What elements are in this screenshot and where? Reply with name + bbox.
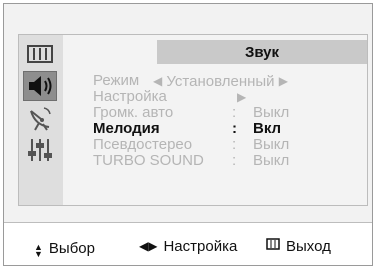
submenu-arrow-icon[interactable]: ▶	[237, 89, 246, 106]
separator: :	[232, 152, 237, 169]
picture-icon[interactable]	[23, 39, 57, 69]
menu-item-value: Выкл	[253, 136, 290, 153]
channel-icon[interactable]	[23, 103, 57, 133]
menu-item-value: Выкл	[253, 152, 290, 169]
separator: :	[232, 136, 237, 153]
menu-item-label: Режим	[93, 72, 140, 89]
up-down-arrows-icon: ▲ ▼	[34, 242, 43, 259]
separator: :	[232, 120, 237, 137]
hint-exit-label: Выход	[286, 238, 331, 255]
menu-item-label: Громк. авто	[93, 104, 174, 121]
tv-screen: Звук Режим ◀ Установленный ▶ Настройка ▶…	[3, 3, 373, 266]
menu-item-label: TURBO SOUND	[93, 152, 204, 169]
separator: :	[232, 104, 237, 121]
menu-title: Звук	[157, 40, 367, 64]
hint-exit: Выход	[266, 238, 331, 255]
sound-icon[interactable]	[23, 71, 57, 101]
mode-value: Установленный	[166, 73, 275, 90]
osd-menu-panel: Звук Режим ◀ Установленный ▶ Настройка ▶…	[18, 34, 368, 206]
hint-select: ▲ ▼ Выбор	[34, 238, 95, 259]
hint-select-label: Выбор	[48, 239, 95, 257]
menu-item-label: Псевдостерео	[93, 136, 193, 153]
hint-adjust: ◀▶ Настройка	[139, 238, 237, 255]
hint-bar: ▲ ▼ Выбор ◀▶ Настройка Выход	[4, 222, 372, 265]
arrow-right-icon[interactable]: ▶	[279, 73, 288, 89]
menu-title-text: Звук	[244, 43, 280, 61]
hint-adjust-label: Настройка	[163, 238, 238, 255]
menu-sidebar	[19, 35, 63, 205]
menu-item-value: Выкл	[253, 104, 290, 121]
setup-icon[interactable]	[23, 135, 57, 165]
arrow-left-icon[interactable]: ◀	[153, 73, 162, 89]
menu-item-label: Мелодия	[93, 120, 160, 137]
menu-icon	[266, 238, 280, 255]
mode-selector[interactable]: ◀ Установленный ▶	[153, 73, 288, 90]
left-right-arrows-icon: ◀▶	[139, 239, 158, 253]
menu-item-value: Вкл	[253, 120, 282, 137]
menu-item-label: Настройка	[93, 88, 167, 105]
